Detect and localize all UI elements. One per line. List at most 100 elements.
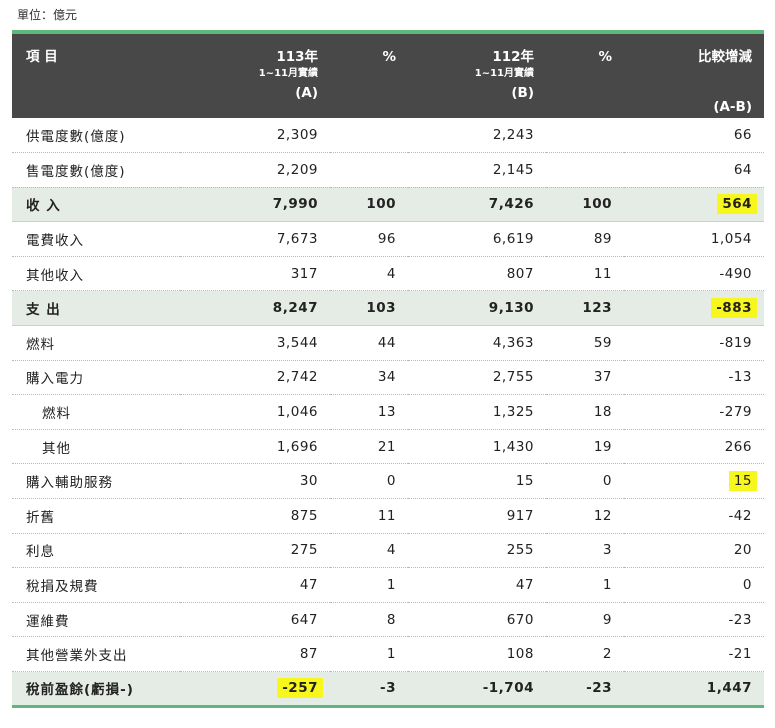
value-a: 8,247 — [180, 290, 330, 327]
value-a: 1,696 — [180, 429, 330, 465]
diff-value: -13 — [624, 360, 764, 396]
pct-b: 0 — [546, 463, 624, 500]
diff-value: 20 — [624, 533, 764, 569]
diff-value: -42 — [624, 498, 764, 534]
diff-value: -819 — [624, 325, 764, 361]
pct-a: 13 — [330, 394, 408, 430]
pct-a: -3 — [330, 671, 408, 708]
table-row: 售電度數(億度) 2,209 2,145 64 — [12, 152, 764, 188]
table-body: 供電度數(億度) 2,309 2,243 66 售電度數(億度) 2,209 2… — [12, 118, 764, 708]
pct-a: 4 — [330, 533, 408, 569]
pct-b: 11 — [546, 256, 624, 292]
table-header: 項 目 113年 1~11月實績 (A) % 112年 1~11月實績 (B) … — [12, 34, 764, 118]
value-b: 15 — [408, 463, 546, 500]
row-label: 收 入 — [12, 187, 180, 223]
row-label: 電費收入 — [12, 221, 180, 257]
value-a: 30 — [180, 463, 330, 500]
header-col-a-period: 1~11月實績 — [258, 68, 318, 79]
table-row-sub: 其他 1,696 21 1,430 19 266 — [12, 429, 764, 465]
diff-value: 64 — [624, 152, 764, 188]
diff-value: -279 — [624, 394, 764, 430]
highlighted-diff-value: 564 — [717, 194, 757, 215]
diff-cell: 564 — [624, 187, 764, 223]
diff-value: -21 — [624, 636, 764, 672]
value-b: 2,755 — [408, 360, 546, 396]
row-label: 稅前盈餘(虧損-) — [12, 671, 180, 708]
header-col-b-code: (B) — [511, 85, 534, 101]
value-a-cell: -257 — [180, 671, 330, 708]
value-a: 7,673 — [180, 221, 330, 257]
value-b: 47 — [408, 567, 546, 603]
pct-b: 19 — [546, 429, 624, 465]
highlighted-diff-value: 15 — [728, 471, 757, 492]
value-a: 7,990 — [180, 187, 330, 223]
value-a: 2,309 — [180, 118, 330, 154]
pct-b: 2 — [546, 636, 624, 672]
diff-value: -23 — [624, 602, 764, 638]
row-label: 售電度數(億度) — [12, 152, 180, 188]
row-label: 其他 — [12, 429, 180, 465]
value-a: 1,046 — [180, 394, 330, 430]
value-a: 317 — [180, 256, 330, 292]
value-b: -1,704 — [408, 671, 546, 708]
diff-cell: -883 — [624, 290, 764, 327]
row-label: 燃料 — [12, 325, 180, 361]
row-label: 其他收入 — [12, 256, 180, 292]
value-b: 7,426 — [408, 187, 546, 223]
value-b: 1,430 — [408, 429, 546, 465]
row-label: 購入電力 — [12, 360, 180, 396]
header-col-a-code: (A) — [295, 85, 318, 101]
header-col-b: 112年 1~11月實績 (B) — [408, 34, 546, 118]
pct-a: 1 — [330, 636, 408, 672]
header-col-a-year: 113年 — [276, 49, 318, 65]
row-label: 燃料 — [12, 394, 180, 430]
value-b: 917 — [408, 498, 546, 534]
pct-b: 59 — [546, 325, 624, 361]
pct-b: 3 — [546, 533, 624, 569]
table-row-sub: 燃料 1,046 13 1,325 18 -279 — [12, 394, 764, 430]
value-b: 670 — [408, 602, 546, 638]
table-row: 供電度數(億度) 2,309 2,243 66 — [12, 118, 764, 154]
header-diff-label: 比較增減 — [698, 49, 752, 65]
diff-value: 0 — [624, 567, 764, 603]
row-label: 運維費 — [12, 602, 180, 638]
financial-summary-table: 項 目 113年 1~11月實績 (A) % 112年 1~11月實績 (B) … — [12, 34, 764, 708]
value-a: 2,209 — [180, 152, 330, 188]
value-a: 3,544 — [180, 325, 330, 361]
pct-a: 4 — [330, 256, 408, 292]
header-diff-code: (A-B) — [713, 99, 752, 115]
table-row: 運維費 647 8 670 9 -23 — [12, 602, 764, 638]
pct-b: 1 — [546, 567, 624, 603]
pct-a — [330, 118, 408, 154]
header-col-b-period: 1~11月實績 — [474, 68, 534, 79]
table-row: 購入電力 2,742 34 2,755 37 -13 — [12, 360, 764, 396]
pct-a: 100 — [330, 187, 408, 223]
pct-b: 123 — [546, 290, 624, 327]
pct-b — [546, 152, 624, 188]
pct-b — [546, 118, 624, 154]
row-label: 購入輔助服務 — [12, 463, 180, 500]
row-label: 其他營業外支出 — [12, 636, 180, 672]
pct-b: 18 — [546, 394, 624, 430]
header-pct-a: % — [382, 49, 396, 65]
diff-cell: 15 — [624, 463, 764, 500]
pct-b: 9 — [546, 602, 624, 638]
diff-value: 266 — [624, 429, 764, 465]
highlighted-diff-value: -883 — [711, 298, 757, 319]
value-b: 2,145 — [408, 152, 546, 188]
pct-a: 8 — [330, 602, 408, 638]
pct-a: 103 — [330, 290, 408, 327]
pct-a — [330, 152, 408, 188]
value-a: 647 — [180, 602, 330, 638]
pct-a: 1 — [330, 567, 408, 603]
table-row: 燃料 3,544 44 4,363 59 -819 — [12, 325, 764, 361]
header-item: 項 目 — [26, 49, 58, 65]
pct-a: 44 — [330, 325, 408, 361]
pct-a: 34 — [330, 360, 408, 396]
highlighted-value-a: -257 — [277, 678, 323, 699]
diff-value: 66 — [624, 118, 764, 154]
pct-a: 0 — [330, 463, 408, 500]
value-a: 87 — [180, 636, 330, 672]
summary-row-pretax-profit: 稅前盈餘(虧損-) -257 -3 -1,704 -23 1,447 — [12, 671, 764, 708]
table-row: 其他營業外支出 87 1 108 2 -21 — [12, 636, 764, 672]
